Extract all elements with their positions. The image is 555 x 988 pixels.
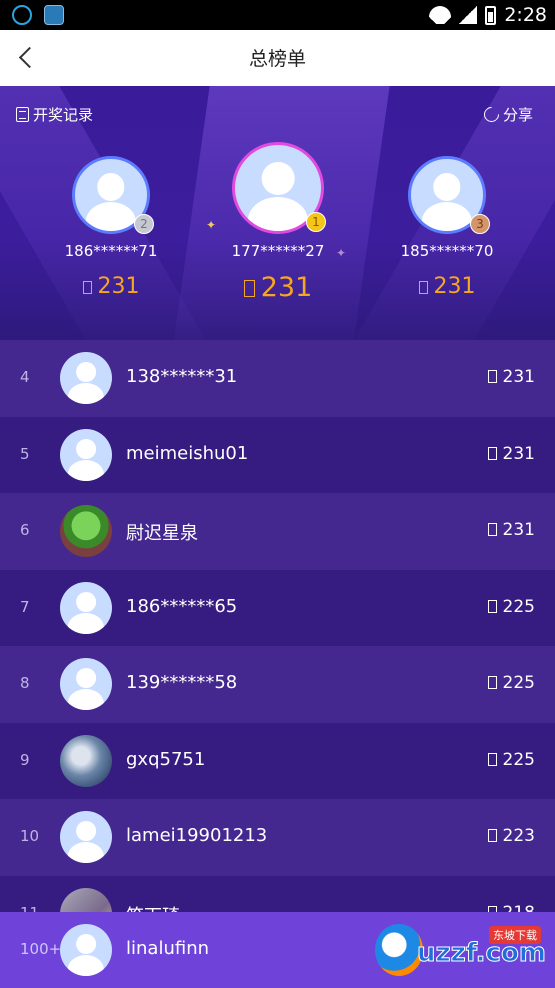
- avatar: [60, 581, 112, 634]
- status-bar: 2:28: [0, 0, 555, 30]
- gift-icon: [487, 829, 497, 842]
- notification-app-icon-2: [44, 5, 64, 25]
- user-name: gxq5751: [126, 748, 206, 770]
- avatar: [60, 658, 112, 710]
- rank-number: 8: [20, 674, 30, 692]
- avatar: [60, 428, 112, 481]
- podium-name: 186******71: [64, 242, 158, 260]
- ranking-row[interactable]: 9 gxq5751 225: [0, 722, 555, 799]
- rank-badge-gold: 1: [306, 212, 326, 232]
- user-score: 231: [487, 444, 535, 464]
- gift-icon: [487, 599, 497, 613]
- clock: 2:28: [504, 4, 547, 26]
- podium-name: 185******70: [400, 242, 494, 260]
- user-name: 186******65: [126, 595, 238, 617]
- avatar-photo: [60, 505, 112, 557]
- my-avatar: [60, 924, 112, 976]
- user-score: 231: [487, 367, 535, 387]
- my-user-name: linalufinn: [126, 938, 210, 959]
- user-score: 225: [487, 750, 535, 770]
- podium-name: 177******27: [231, 242, 325, 260]
- ranking-row[interactable]: 4 138******31 231: [0, 340, 555, 417]
- gift-icon: [487, 676, 497, 689]
- avatar: [60, 811, 112, 863]
- rank-number: 4: [20, 368, 30, 386]
- ranking-row[interactable]: 5 meimeishu01 231: [0, 416, 555, 493]
- document-icon: [16, 107, 29, 122]
- gift-icon: [487, 446, 497, 460]
- podium-section: 开奖记录 分享 ✦ ✦ 2 186******71 231 1 177*****…: [0, 86, 555, 340]
- my-rank-number: 100+: [20, 940, 62, 958]
- podium-third[interactable]: 3 185******70 231: [392, 156, 502, 299]
- gift-icon: [487, 370, 497, 383]
- page-title: 总榜单: [248, 48, 306, 70]
- ranking-row[interactable]: 6 尉迟星泉 231: [0, 493, 555, 570]
- rank-badge-silver: 2: [134, 214, 154, 234]
- share-label: 分享: [502, 106, 533, 124]
- signal-icon: [459, 6, 478, 24]
- site-watermark: uzzf.com 东坡下载: [371, 920, 551, 980]
- user-name: 138******31: [126, 366, 238, 387]
- podium-first[interactable]: 1 177******27 231: [222, 142, 334, 303]
- user-score: 225: [487, 673, 535, 693]
- rank-badge-bronze: 3: [470, 214, 490, 234]
- rank-number: 9: [20, 750, 30, 769]
- battery-icon: [485, 5, 497, 25]
- sparkle-icon: ✦: [336, 246, 347, 260]
- notification-app-icon: [12, 5, 32, 25]
- draw-records-link[interactable]: 开奖记录: [16, 104, 93, 125]
- rank-number: 10: [20, 827, 40, 845]
- watermark-logo-icon: [375, 924, 423, 976]
- user-name: 尉迟星泉: [126, 523, 198, 544]
- ranking-row[interactable]: 8 139******58 225: [0, 646, 555, 723]
- podium-score: 231: [392, 274, 502, 299]
- share-link[interactable]: 分享: [480, 103, 533, 126]
- gift-icon: [418, 281, 428, 294]
- podium-score: 231: [56, 274, 166, 299]
- avatar: [60, 352, 112, 404]
- ranking-row[interactable]: 7 186******65 225: [0, 569, 555, 646]
- user-score: 225: [487, 597, 535, 617]
- draw-records-label: 开奖记录: [33, 106, 94, 124]
- title-bar: 总榜单: [0, 30, 555, 86]
- rank-number: 6: [20, 521, 30, 539]
- gift-icon: [82, 281, 92, 294]
- wifi-icon: [429, 6, 452, 24]
- rank-number: 7: [20, 597, 30, 616]
- podium-score: 231: [222, 272, 334, 303]
- podium-second[interactable]: 2 186******71 231: [56, 156, 166, 299]
- watermark-subtext: 东坡下载: [489, 926, 541, 944]
- user-name: 139******58: [126, 672, 238, 693]
- ranking-row[interactable]: 10 lamei19901213 223: [0, 799, 555, 876]
- user-name: lamei19901213: [126, 825, 268, 846]
- gift-icon: [487, 752, 497, 766]
- rank-number: 5: [20, 444, 30, 463]
- avatar-photo: [60, 734, 112, 787]
- gift-icon: [243, 280, 255, 297]
- ranking-list: 4 138******31 231 5 meimeishu01 231 6 尉迟…: [0, 340, 555, 952]
- share-icon: [480, 103, 503, 126]
- user-score: 223: [487, 826, 535, 846]
- gift-icon: [487, 523, 497, 536]
- user-score: 231: [487, 520, 535, 540]
- user-name: meimeishu01: [126, 442, 249, 464]
- sparkle-icon: ✦: [206, 218, 217, 232]
